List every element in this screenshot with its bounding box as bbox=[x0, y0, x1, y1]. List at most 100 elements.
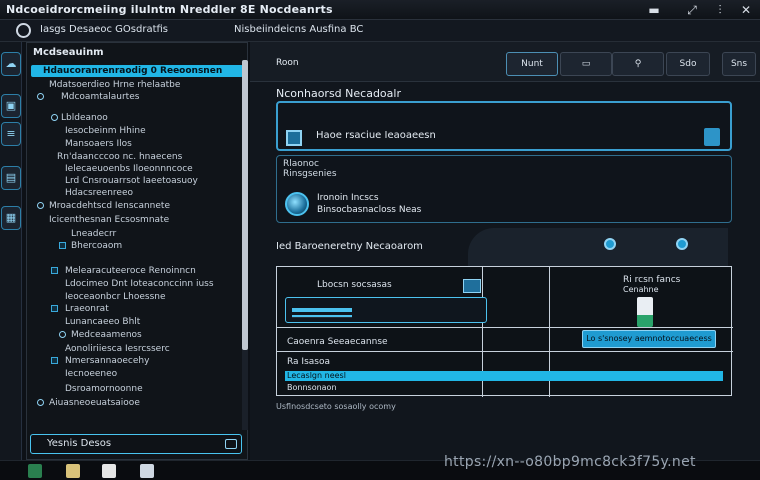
tree-footer-field[interactable]: Yesnis Desos bbox=[30, 434, 242, 454]
folder-icon bbox=[51, 267, 58, 274]
folder-icon bbox=[59, 242, 66, 249]
taskbar-document-icon[interactable] bbox=[140, 464, 154, 478]
minimize-button[interactable]: ▬ bbox=[646, 2, 662, 18]
toolbar-button-2[interactable]: ▭ bbox=[560, 52, 612, 76]
tree-item[interactable]: Bhercoaom bbox=[71, 241, 122, 251]
expand-icon[interactable] bbox=[37, 399, 44, 406]
tree-item[interactable]: Mroacdehtscd Ienscannete bbox=[49, 201, 170, 211]
tree-item[interactable]: Iecnoeeneo bbox=[65, 369, 117, 379]
expand-icon[interactable] bbox=[51, 114, 58, 121]
app-icon bbox=[286, 130, 302, 146]
section-title: Nconhaorsd Necadoalr bbox=[276, 87, 401, 100]
grid-row-3: Ra Isasoa bbox=[287, 357, 331, 367]
toolbar-button-3[interactable]: ⚲ bbox=[612, 52, 664, 76]
grid-row-2: Caoenra Seeaecannse bbox=[287, 337, 388, 347]
card-line-3: Ironoin Incscs bbox=[317, 193, 379, 203]
tree-item[interactable]: Mdatsoerdieo Hrne rhelaatbe bbox=[49, 80, 180, 90]
folder-icon bbox=[51, 305, 58, 312]
grid-icon[interactable] bbox=[463, 279, 481, 293]
device-widget-icon bbox=[637, 297, 653, 327]
chip-icon[interactable]: ▦ bbox=[1, 206, 21, 230]
tree-item[interactable]: Melearacuteeroce Renoinncn bbox=[65, 266, 196, 276]
card-line-4: Binsocbasnacloss Neas bbox=[317, 205, 422, 215]
grid-top-label: Lbocsn socsasas bbox=[317, 280, 392, 290]
grid-action-button[interactable]: Lo s'snosey aemnotoccuaecess bbox=[582, 330, 716, 348]
expand-icon[interactable] bbox=[37, 93, 44, 100]
header-left-text: Iasgs Desaeoc GOsdratfis bbox=[40, 24, 169, 35]
device-icon[interactable]: ▤ bbox=[1, 166, 21, 190]
grid-row-4: Bonnsonaon bbox=[287, 383, 337, 392]
status-orb-icon bbox=[285, 192, 309, 216]
grid-input-field[interactable] bbox=[285, 297, 487, 323]
watermark: https://xn--o80bp9mc8ck3f75y.net bbox=[444, 454, 696, 470]
header-center-text: Nisbeiindeicns Ausfina BC bbox=[234, 24, 364, 35]
taskbar-app-icon[interactable] bbox=[28, 464, 42, 478]
tree-item[interactable]: Aiuasneoeuatsaiooe bbox=[49, 398, 140, 408]
tree-item[interactable]: Ielecaeuoenbs Iloeonnncoce bbox=[65, 164, 193, 174]
card-action-icon[interactable] bbox=[704, 128, 720, 146]
grid-right-label: Ri rcsn fancs bbox=[623, 275, 681, 285]
tree-item[interactable]: Mansoaers Ilos bbox=[65, 139, 132, 149]
tree-item[interactable]: Lraeonrat bbox=[65, 304, 109, 314]
tree-item[interactable]: Mdcoamtalaurtes bbox=[61, 92, 139, 102]
maximize-button[interactable]: ⤢ bbox=[684, 2, 700, 18]
tree-item[interactable]: Aonoliriiesca Iesrcsserc bbox=[65, 344, 170, 354]
tree-selected-item[interactable]: Hdaucoranrenraodig 0 Reeoonsnen bbox=[31, 65, 243, 77]
input-bar bbox=[292, 315, 352, 318]
tree-item[interactable]: Lbldeanoo bbox=[61, 113, 108, 123]
toolbar-button-5[interactable]: Sns bbox=[722, 52, 756, 76]
taskbar-folder-icon[interactable] bbox=[66, 464, 80, 478]
footnote: Usflnosdcseto sosaolly ocomy bbox=[276, 402, 396, 411]
secondary-card[interactable]: Rlaonoc Rinsgsenies Ironoin Incscs Binso… bbox=[276, 155, 732, 223]
folder-icon bbox=[51, 357, 58, 364]
primary-card-label: Haoe rsaciue Ieaoaeesn bbox=[316, 130, 436, 141]
section-2-title: Ied Baroeneretny Necaoarom bbox=[276, 241, 423, 252]
close-button[interactable]: ✕ bbox=[738, 2, 754, 18]
tree-item[interactable]: Ldocimeo Dnt Ioteaconccinn iuss bbox=[65, 279, 214, 289]
tree-item[interactable]: Ieoceaonbcr Lhoessne bbox=[65, 292, 166, 302]
secondary-header: Iasgs Desaeoc GOsdratfis Nisbeiindeicns … bbox=[0, 20, 760, 42]
title-bar: Ndcoeidrorcmeiing ilulntm Nreddler 8E No… bbox=[0, 0, 760, 20]
tree-footer-label: Yesnis Desos bbox=[47, 438, 112, 449]
tree-item[interactable]: Dsroamornoonne bbox=[65, 384, 143, 394]
tree-scrollbar[interactable] bbox=[242, 60, 248, 430]
tree-item[interactable]: Lrd Cnsrouarrsot Iaeetoasuoy bbox=[65, 176, 198, 186]
footer-toggle-icon[interactable] bbox=[225, 439, 237, 449]
info-icon[interactable] bbox=[604, 238, 616, 250]
tree-item[interactable]: Lunancaeeo Bhlt bbox=[65, 317, 140, 327]
tree-item[interactable]: Lneadecrr bbox=[71, 229, 116, 239]
menu-button[interactable]: ⫶ bbox=[712, 2, 728, 18]
cloud-icon[interactable]: ☁ bbox=[1, 52, 21, 76]
tree-panel: Mcdseauinm Hdaucoranrenraodig 0 Reeoonsn… bbox=[26, 42, 248, 460]
grid-divider bbox=[277, 327, 733, 328]
tree-heading: Mcdseauinm bbox=[33, 47, 104, 58]
toolbar-label: Roon bbox=[276, 58, 299, 68]
grid-divider bbox=[277, 351, 733, 352]
info-icon[interactable] bbox=[676, 238, 688, 250]
layers-icon[interactable]: ≡ bbox=[1, 122, 21, 146]
circle-icon[interactable] bbox=[16, 23, 31, 38]
grid-right-sublabel: Cenahne bbox=[623, 285, 659, 294]
app-window: Ndcoeidrorcmeiing ilulntm Nreddler 8E No… bbox=[0, 0, 760, 480]
tree-item[interactable]: Iesocbeinm Hhine bbox=[65, 126, 146, 136]
tree-item[interactable]: Hdacsreenreeo bbox=[65, 188, 133, 198]
tree-item[interactable]: Rn'daancccoo nc. hnaecens bbox=[57, 152, 182, 162]
tree-selected-label: Hdaucoranrenraodig 0 Reeoonsnen bbox=[43, 66, 223, 76]
window-title: Ndcoeidrorcmeiing ilulntm Nreddler 8E No… bbox=[6, 3, 333, 16]
details-grid: Lbocsn socsasas Caoenra Seeaecannse Ra I… bbox=[276, 266, 733, 397]
main-toolbar: Roon Nunt ▭ ⚲ Sdo Sns bbox=[250, 42, 760, 82]
card-line-1: Rlaonoc bbox=[283, 159, 319, 169]
highlight-label: Lecaslgn neesl bbox=[287, 371, 346, 380]
primary-card[interactable]: Haoe rsaciue Ieaoaeesn bbox=[276, 101, 732, 151]
taskbar-browser-icon[interactable] bbox=[102, 464, 116, 478]
monitor-icon[interactable]: ▣ bbox=[1, 94, 21, 118]
scrollbar-thumb[interactable] bbox=[242, 60, 248, 350]
expand-icon[interactable] bbox=[59, 331, 66, 338]
tree-item[interactable]: Medceaamenos bbox=[71, 330, 142, 340]
tree-item[interactable]: Nmersannaoecehy bbox=[65, 356, 149, 366]
grid-highlight-row[interactable]: Lecaslgn neesl bbox=[285, 371, 723, 381]
tree-item[interactable]: Icicenthesnan Ecsosmnate bbox=[49, 215, 169, 225]
toolbar-button-4[interactable]: Sdo bbox=[666, 52, 710, 76]
expand-icon[interactable] bbox=[37, 202, 44, 209]
toolbar-button-1[interactable]: Nunt bbox=[506, 52, 558, 76]
